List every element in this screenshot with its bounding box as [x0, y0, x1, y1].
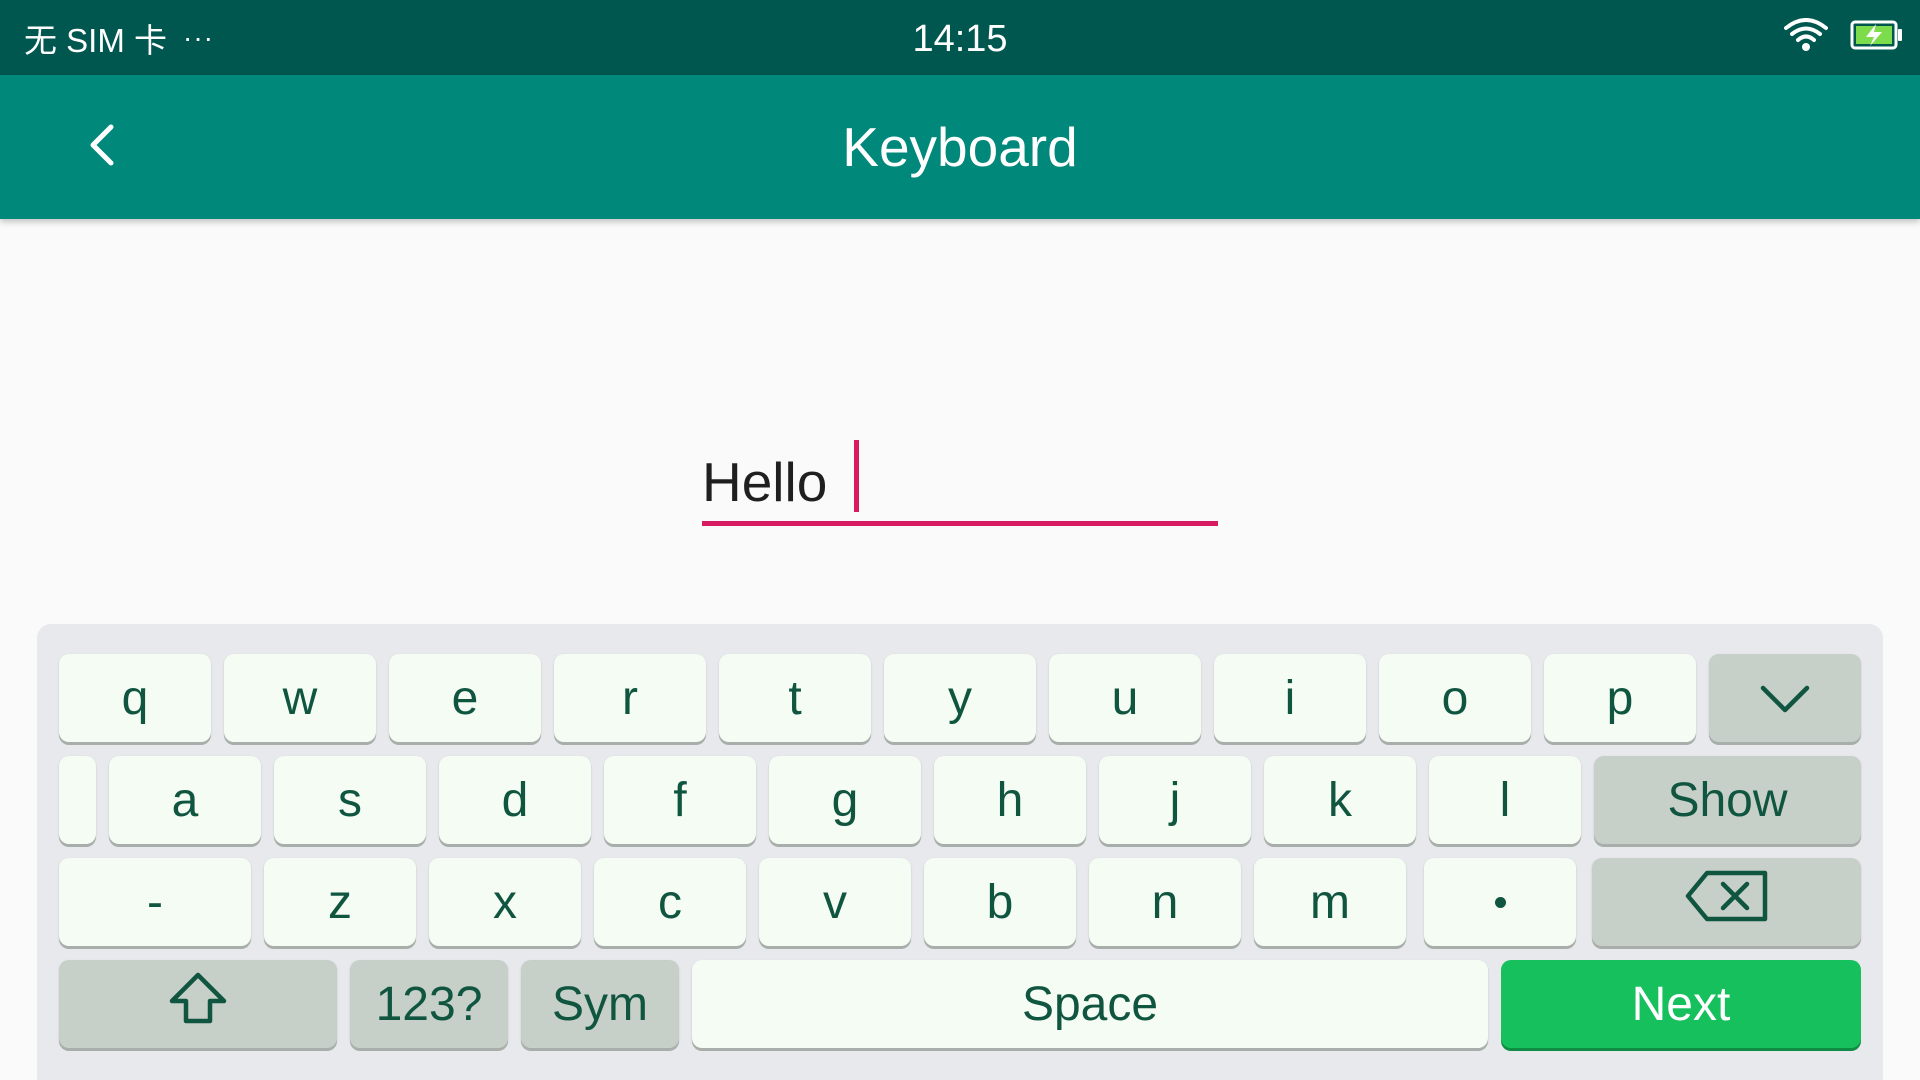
key-y[interactable]: y [884, 654, 1036, 742]
key-label: d [501, 773, 529, 827]
shift-button[interactable] [59, 960, 337, 1048]
key-label: v [823, 875, 847, 929]
next-button-label: Next [1631, 977, 1731, 1031]
key-d[interactable]: d [439, 756, 591, 844]
text-input-value: Hello [702, 451, 828, 513]
key-label: a [171, 773, 199, 827]
key-spacer [59, 756, 96, 844]
key-label: w [282, 671, 318, 725]
key-t[interactable]: t [719, 654, 871, 742]
key-label: l [1499, 773, 1511, 827]
key-label: k [1328, 773, 1352, 827]
backspace-button[interactable] [1592, 858, 1861, 946]
status-right [1784, 0, 1904, 75]
key-h[interactable]: h [934, 756, 1086, 844]
key-b[interactable]: b [924, 858, 1076, 946]
key-dash[interactable]: - [59, 858, 251, 946]
key-u[interactable]: u [1049, 654, 1201, 742]
key-o[interactable]: o [1379, 654, 1531, 742]
text-cursor [854, 440, 859, 512]
key-label: c [658, 875, 682, 929]
key-label: m [1310, 875, 1350, 929]
backspace-icon [1685, 870, 1769, 934]
symbols-button[interactable]: Sym [521, 960, 679, 1048]
chevron-left-icon [85, 123, 119, 172]
key-label: y [948, 671, 972, 725]
key-label: j [1169, 773, 1181, 827]
key-r[interactable]: r [554, 654, 706, 742]
space-key[interactable]: Space [692, 960, 1488, 1048]
key-label: i [1284, 671, 1296, 725]
key-label: h [996, 773, 1024, 827]
key-label: t [788, 671, 802, 725]
key-label: f [673, 773, 687, 827]
key-label: p [1606, 671, 1634, 725]
key-p[interactable]: p [1544, 654, 1696, 742]
hide-keyboard-button[interactable] [1709, 654, 1861, 742]
app-bar: Keyboard [0, 75, 1920, 219]
key-x[interactable]: x [429, 858, 581, 946]
key-label: s [338, 773, 362, 827]
dot-icon [1494, 896, 1506, 908]
key-s[interactable]: s [274, 756, 426, 844]
symbols-button-label: Sym [552, 977, 648, 1031]
key-e[interactable]: e [389, 654, 541, 742]
status-bar: 无 SIM 卡 ··· 14:15 [0, 0, 1920, 75]
status-time: 14:15 [912, 17, 1008, 60]
key-label: n [1151, 875, 1179, 929]
key-a[interactable]: a [109, 756, 261, 844]
key-n[interactable]: n [1089, 858, 1241, 946]
numbers-button[interactable]: 123? [350, 960, 508, 1048]
back-button[interactable] [66, 111, 138, 183]
key-v[interactable]: v [759, 858, 911, 946]
show-button-label: Show [1667, 773, 1788, 827]
key-label: z [328, 875, 352, 929]
text-input-underline [702, 521, 1218, 526]
key-w[interactable]: w [224, 654, 376, 742]
wifi-icon [1784, 18, 1828, 57]
soft-keyboard: q w e r t y u i o p a s d f g h j k l Sh… [37, 624, 1883, 1080]
key-i[interactable]: i [1214, 654, 1366, 742]
chevron-down-icon [1759, 671, 1811, 726]
key-f[interactable]: f [604, 756, 756, 844]
key-label: - [147, 875, 163, 929]
key-label: r [622, 671, 638, 725]
key-dot[interactable] [1424, 858, 1576, 946]
next-button[interactable]: Next [1501, 960, 1861, 1048]
numbers-button-label: 123? [375, 977, 483, 1031]
page-title: Keyboard [842, 116, 1078, 178]
key-q[interactable]: q [59, 654, 211, 742]
key-z[interactable]: z [264, 858, 416, 946]
text-input[interactable]: Hello [702, 430, 1218, 526]
key-k[interactable]: k [1264, 756, 1416, 844]
key-label: g [831, 773, 859, 827]
key-j[interactable]: j [1099, 756, 1251, 844]
key-label: b [986, 875, 1014, 929]
battery-charging-icon [1850, 20, 1904, 55]
space-key-label: Space [1021, 977, 1159, 1031]
key-label: q [121, 671, 149, 725]
show-button[interactable]: Show [1594, 756, 1861, 844]
app-screen: 无 SIM 卡 ··· 14:15 Keyboard Hello q w e r… [0, 0, 1920, 1080]
key-label: o [1441, 671, 1469, 725]
key-label: e [451, 671, 479, 725]
key-label: u [1111, 671, 1139, 725]
key-c[interactable]: c [594, 858, 746, 946]
shift-arrow-icon [168, 971, 228, 1037]
key-label: x [493, 875, 517, 929]
key-g[interactable]: g [769, 756, 921, 844]
key-l[interactable]: l [1429, 756, 1581, 844]
key-m[interactable]: m [1254, 858, 1406, 946]
